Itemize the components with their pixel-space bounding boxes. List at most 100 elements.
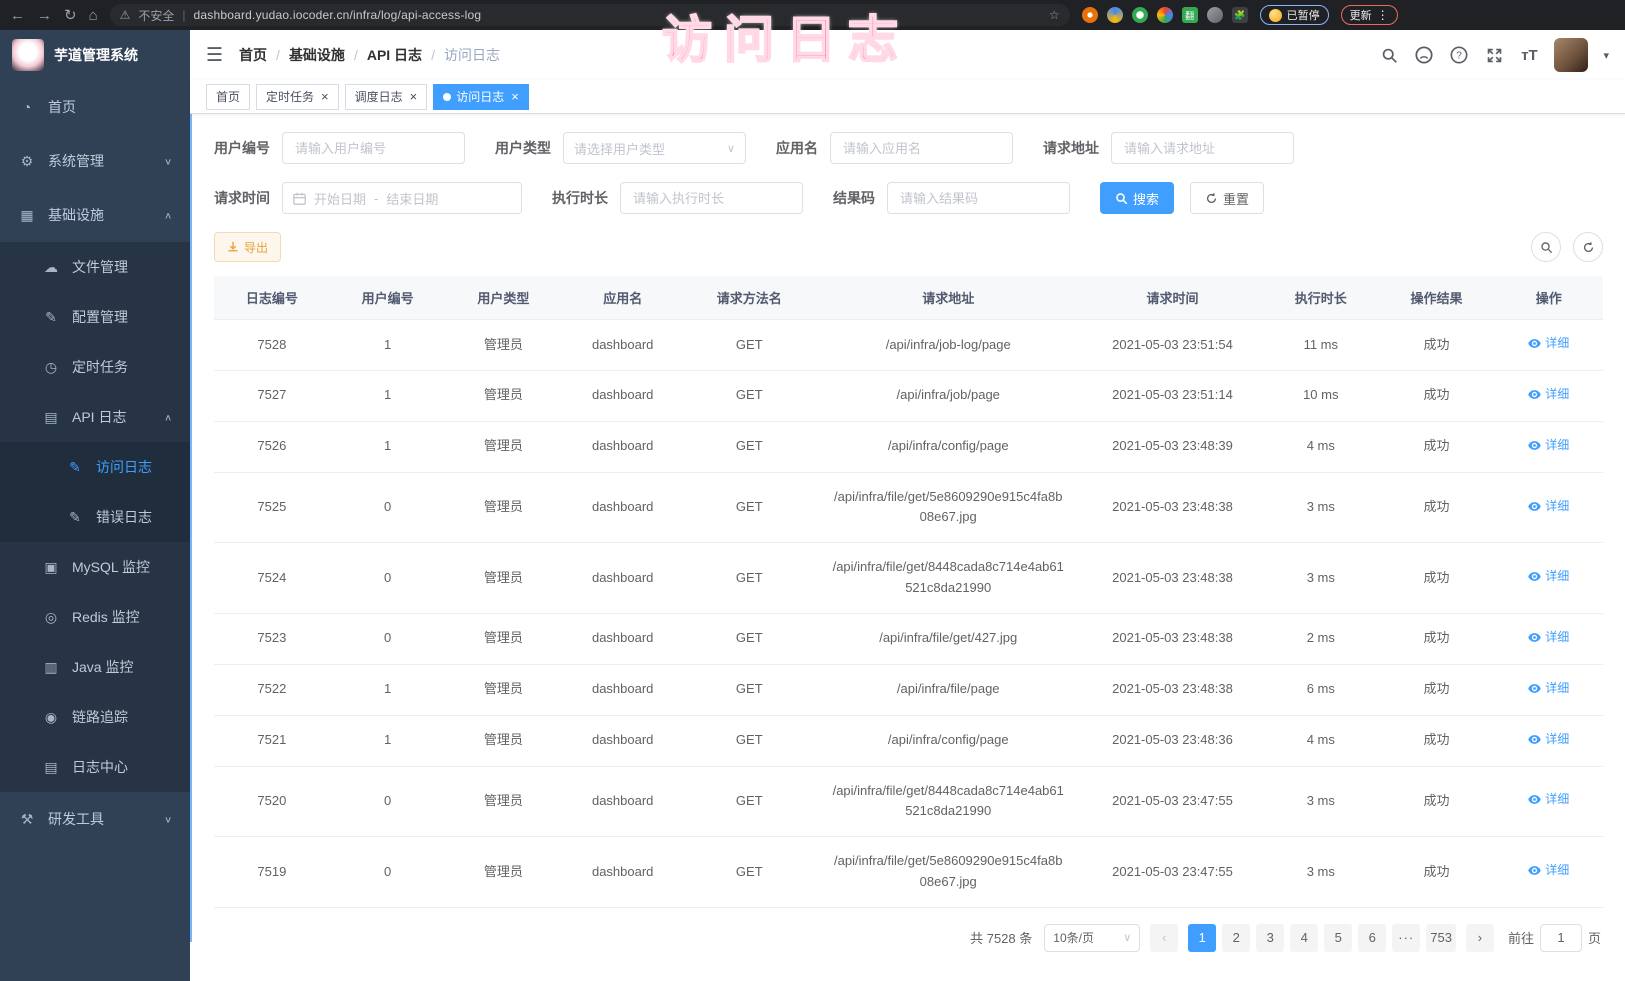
back-icon[interactable]: ← bbox=[10, 8, 25, 23]
tab-访问日志[interactable]: 访问日志× bbox=[433, 84, 529, 110]
cell-user-id: 1 bbox=[330, 320, 446, 371]
reload-icon[interactable]: ↻ bbox=[64, 8, 77, 23]
sidebar-item-定时任务[interactable]: ◷定时任务 bbox=[0, 342, 190, 392]
extension-icon[interactable] bbox=[1107, 7, 1123, 23]
sidebar-item-配置管理[interactable]: ✎配置管理 bbox=[0, 292, 190, 342]
tab-调度日志[interactable]: 调度日志× bbox=[345, 84, 428, 110]
help-icon[interactable]: ? bbox=[1449, 45, 1469, 65]
user-id-input[interactable] bbox=[282, 132, 465, 164]
cell-app-name: dashboard bbox=[561, 715, 684, 766]
cell-request-time: 2021-05-03 23:48:38 bbox=[1082, 472, 1263, 543]
detail-link[interactable]: 详细 bbox=[1528, 861, 1569, 880]
toggle-search-button[interactable] bbox=[1531, 232, 1561, 262]
sidebar-item-文件管理[interactable]: ☁文件管理 bbox=[0, 242, 190, 292]
user-avatar[interactable] bbox=[1554, 38, 1588, 72]
detail-link[interactable]: 详细 bbox=[1528, 628, 1569, 647]
page-size-select[interactable]: 10条/页 ∨ bbox=[1044, 924, 1140, 952]
detail-link[interactable]: 详细 bbox=[1528, 730, 1569, 749]
search-button[interactable]: 搜索 bbox=[1100, 182, 1174, 214]
page-button-6[interactable]: 6 bbox=[1358, 924, 1386, 952]
tab-定时任务[interactable]: 定时任务× bbox=[256, 84, 339, 110]
extension-icon[interactable] bbox=[1207, 7, 1223, 23]
sidebar-item-链路追踪[interactable]: ◉链路追踪 bbox=[0, 692, 190, 742]
sidebar-item-MySQL 监控[interactable]: ▣MySQL 监控 bbox=[0, 542, 190, 592]
page-button-2[interactable]: 2 bbox=[1222, 924, 1250, 952]
sidebar-item-API 日志[interactable]: ▤API 日志∧ bbox=[0, 392, 190, 442]
detail-link[interactable]: 详细 bbox=[1528, 436, 1569, 455]
sidebar-item-研发工具[interactable]: ⚒研发工具∨ bbox=[0, 792, 190, 846]
app-logo-row[interactable]: 芋道管理系统 bbox=[0, 30, 190, 80]
bookmark-star-icon[interactable]: ☆ bbox=[1049, 8, 1060, 22]
close-icon[interactable]: × bbox=[511, 90, 519, 103]
prev-page-button[interactable]: ‹ bbox=[1150, 924, 1178, 952]
fullscreen-icon[interactable] bbox=[1484, 45, 1504, 65]
sidebar-item-基础设施[interactable]: ▦基础设施∧ bbox=[0, 188, 190, 242]
next-page-button[interactable]: › bbox=[1466, 924, 1494, 952]
home-icon[interactable]: ⌂ bbox=[89, 8, 98, 23]
puzzle-extension-icon[interactable]: 🧩 bbox=[1232, 7, 1248, 23]
page-button-3[interactable]: 3 bbox=[1256, 924, 1284, 952]
translate-extension-icon[interactable]: 翻 bbox=[1182, 7, 1198, 23]
sidebar-item-首页[interactable]: ◔首页 bbox=[0, 80, 190, 134]
sidebar-item-系统管理[interactable]: ⚙系统管理∨ bbox=[0, 134, 190, 188]
cell-log-id: 7525 bbox=[214, 472, 330, 543]
detail-link[interactable]: 详细 bbox=[1528, 334, 1569, 353]
extension-icon[interactable] bbox=[1157, 7, 1173, 23]
tab-label: 首页 bbox=[216, 88, 240, 105]
paused-label: 已暂停 bbox=[1287, 7, 1320, 23]
sidebar-item-错误日志[interactable]: ✎错误日志 bbox=[0, 492, 190, 542]
address-bar[interactable]: ⚠ 不安全 | dashboard.yudao.iocoder.cn/infra… bbox=[110, 4, 1070, 26]
sidebar-item-日志中心[interactable]: ▤日志中心 bbox=[0, 742, 190, 792]
user-id-label: 用户编号 bbox=[214, 138, 270, 158]
page-button-1[interactable]: 1 bbox=[1188, 924, 1216, 952]
detail-link[interactable]: 详细 bbox=[1528, 567, 1569, 586]
paused-badge[interactable]: 已暂停 bbox=[1260, 5, 1329, 25]
search-icon[interactable] bbox=[1379, 45, 1399, 65]
github-icon[interactable] bbox=[1414, 45, 1434, 65]
chevron-down-icon: ∨ bbox=[164, 156, 172, 166]
close-icon[interactable]: × bbox=[321, 90, 329, 103]
detail-link[interactable]: 详细 bbox=[1528, 679, 1569, 698]
detail-link[interactable]: 详细 bbox=[1528, 790, 1569, 809]
breadcrumb-item[interactable]: 基础设施 bbox=[289, 45, 345, 65]
page-button-753[interactable]: 753 bbox=[1426, 924, 1456, 952]
reset-button[interactable]: 重置 bbox=[1190, 182, 1264, 214]
goto-page-input[interactable] bbox=[1540, 924, 1582, 952]
cell-log-id: 7521 bbox=[214, 715, 330, 766]
extension-icon[interactable] bbox=[1132, 7, 1148, 23]
font-size-icon[interactable]: ᴛT bbox=[1519, 45, 1539, 65]
access-log-table: 日志编号用户编号用户类型应用名请求方法名请求地址请求时间执行时长操作结果操作 7… bbox=[214, 276, 1603, 908]
user-type-select[interactable]: 请选择用户类型 ∨ bbox=[563, 132, 746, 164]
sidebar-item-Java 监控[interactable]: ▥Java 监控 bbox=[0, 642, 190, 692]
kebab-menu-icon[interactable]: ⋮ bbox=[1377, 8, 1389, 22]
result-code-input[interactable] bbox=[887, 182, 1070, 214]
close-icon[interactable]: × bbox=[410, 90, 418, 103]
cell-request-time: 2021-05-03 23:48:36 bbox=[1082, 715, 1263, 766]
duration-input[interactable] bbox=[620, 182, 803, 214]
app-name-input[interactable] bbox=[830, 132, 1013, 164]
detail-link[interactable]: 详细 bbox=[1528, 385, 1569, 404]
date-range-picker[interactable]: 开始日期 - 结束日期 bbox=[282, 182, 522, 214]
detail-link[interactable]: 详细 bbox=[1528, 497, 1569, 516]
export-button[interactable]: 导出 bbox=[214, 232, 281, 262]
forward-icon[interactable]: → bbox=[37, 8, 52, 23]
cell-action: 详细 bbox=[1494, 543, 1603, 614]
pager-more-icon[interactable]: ··· bbox=[1392, 924, 1420, 952]
request-url-input[interactable] bbox=[1111, 132, 1294, 164]
detail-label: 详细 bbox=[1545, 730, 1569, 749]
sidebar-item-Redis 监控[interactable]: ◎Redis 监控 bbox=[0, 592, 190, 642]
extension-icon[interactable] bbox=[1082, 7, 1098, 23]
tab-首页[interactable]: 首页 bbox=[206, 84, 250, 110]
timer-icon: ◷ bbox=[42, 359, 60, 376]
breadcrumb-item[interactable]: 首页 bbox=[239, 45, 267, 65]
page-button-4[interactable]: 4 bbox=[1290, 924, 1318, 952]
refresh-icon bbox=[1205, 192, 1218, 205]
hamburger-icon[interactable]: ☰ bbox=[206, 44, 223, 67]
refresh-button[interactable] bbox=[1573, 232, 1603, 262]
page-button-5[interactable]: 5 bbox=[1324, 924, 1352, 952]
update-button[interactable]: 更新 ⋮ bbox=[1341, 5, 1398, 25]
breadcrumb-item[interactable]: API 日志 bbox=[367, 45, 422, 65]
sidebar-item-访问日志[interactable]: ✎访问日志 bbox=[0, 442, 190, 492]
cell-duration: 3 ms bbox=[1263, 472, 1379, 543]
chevron-down-icon[interactable]: ▾ bbox=[1603, 49, 1609, 62]
